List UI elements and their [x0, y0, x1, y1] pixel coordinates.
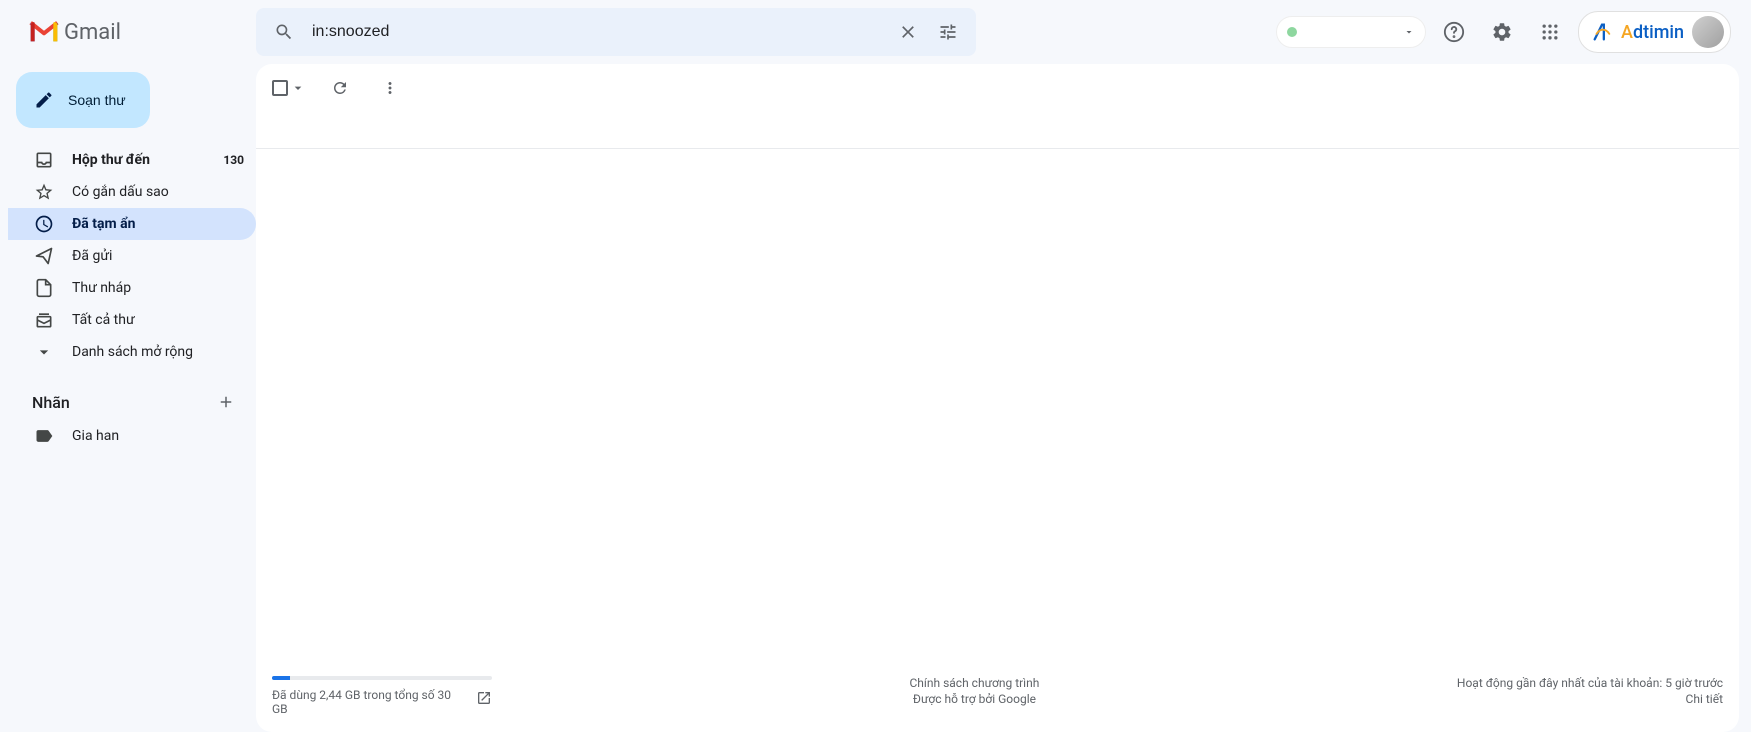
nav-label: Đã tạm ẩn: [72, 216, 244, 232]
account-switcher[interactable]: Adtimin: [1578, 11, 1731, 53]
chevron-down-icon: [34, 342, 54, 362]
checkbox-icon: [272, 80, 288, 96]
chevron-down-icon: [290, 80, 306, 96]
support-button[interactable]: [1434, 12, 1474, 52]
nav-count: 130: [223, 153, 244, 167]
search-input[interactable]: [304, 23, 888, 41]
more-vert-icon: [381, 79, 399, 97]
gmail-m-icon: [28, 20, 60, 44]
brand-logo-icon: [1591, 21, 1613, 43]
pencil-icon: [34, 90, 54, 110]
gmail-logo[interactable]: Gmail: [28, 20, 121, 45]
status-dot-icon: [1287, 27, 1297, 37]
chevron-down-icon: [1403, 26, 1415, 38]
nav-label: Hộp thư đến: [72, 152, 205, 168]
sidebar-item-drafts[interactable]: Thư nháp: [8, 272, 256, 304]
toolbar: [256, 64, 1739, 112]
refresh-button[interactable]: [324, 72, 356, 104]
details-link[interactable]: Chi tiết: [1457, 692, 1723, 706]
select-all[interactable]: [272, 80, 306, 96]
brand-name: Adtimin: [1621, 22, 1684, 43]
nav-label: Danh sách mở rộng: [72, 344, 244, 360]
settings-button[interactable]: [1482, 12, 1522, 52]
label-name: Gia han: [72, 428, 244, 444]
compose-button[interactable]: Soạn thư: [16, 72, 150, 128]
footer: Đã dùng 2,44 GB trong tổng số 30 GB Chín…: [256, 666, 1739, 732]
help-icon: [1443, 21, 1465, 43]
labels-list: Gia han: [8, 420, 256, 452]
storage-bar: [272, 676, 492, 680]
apps-icon: [1540, 22, 1560, 42]
star-icon: [34, 182, 54, 202]
sidebar-item-allmail[interactable]: Tất cả thư: [8, 304, 256, 336]
apps-button[interactable]: [1530, 12, 1570, 52]
powered-by: Được hỗ trợ bởi Google: [492, 692, 1457, 706]
inbox-icon: [34, 150, 54, 170]
main: Soạn thư Hộp thư đến 130 Có gắn dấu sao …: [0, 64, 1751, 732]
content-area: Đã dùng 2,44 GB trong tổng số 30 GB Chín…: [256, 64, 1739, 732]
close-icon: [898, 22, 918, 42]
file-icon: [34, 278, 54, 298]
refresh-icon: [331, 79, 349, 97]
sidebar-item-more[interactable]: Danh sách mở rộng: [8, 336, 256, 368]
sidebar-item-snoozed[interactable]: Đã tạm ẩn: [8, 208, 256, 240]
add-label-button[interactable]: [212, 388, 240, 416]
labels-header: Nhãn: [8, 384, 256, 420]
logo-section: Gmail: [8, 20, 256, 45]
more-button[interactable]: [374, 72, 406, 104]
storage-section: Đã dùng 2,44 GB trong tổng số 30 GB: [272, 676, 492, 716]
search-button[interactable]: [264, 12, 304, 52]
clear-search-button[interactable]: [888, 12, 928, 52]
search-bar: [256, 8, 976, 56]
plus-icon: [217, 393, 235, 411]
open-in-new-icon[interactable]: [476, 690, 492, 706]
footer-right: Hoạt động gần đây nhất của tài khoản: 5 …: [1457, 676, 1723, 716]
sidebar-item-inbox[interactable]: Hộp thư đến 130: [8, 144, 256, 176]
footer-center: Chính sách chương trình Được hỗ trợ bởi …: [492, 676, 1457, 716]
clock-icon: [34, 214, 54, 234]
activity-text: Hoạt động gần đây nhất của tài khoản: 5 …: [1457, 676, 1723, 690]
label-item[interactable]: Gia han: [8, 420, 256, 452]
nav-label: Thư nháp: [72, 280, 244, 296]
nav-label: Đã gửi: [72, 248, 244, 264]
stack-icon: [34, 310, 54, 330]
search-options-button[interactable]: [928, 12, 968, 52]
labels-title: Nhãn: [32, 393, 70, 412]
storage-text: Đã dùng 2,44 GB trong tổng số 30 GB: [272, 688, 466, 716]
compose-label: Soạn thư: [68, 92, 126, 108]
header: Gmail: [0, 0, 1751, 64]
send-icon: [34, 246, 54, 266]
status-pill[interactable]: [1276, 16, 1426, 48]
search-icon: [274, 22, 294, 42]
sidebar: Soạn thư Hộp thư đến 130 Có gắn dấu sao …: [0, 64, 256, 732]
policy-link[interactable]: Chính sách chương trình: [492, 676, 1457, 690]
label-icon: [34, 426, 54, 446]
search-section: [256, 8, 976, 56]
gear-icon: [1491, 21, 1513, 43]
app-name: Gmail: [64, 20, 121, 45]
sidebar-item-sent[interactable]: Đã gửi: [8, 240, 256, 272]
header-right: Adtimin: [1276, 11, 1743, 53]
nav-list: Hộp thư đến 130 Có gắn dấu sao Đã tạm ẩn…: [8, 144, 256, 368]
nav-label: Tất cả thư: [72, 312, 244, 328]
sidebar-item-starred[interactable]: Có gắn dấu sao: [8, 176, 256, 208]
nav-label: Có gắn dấu sao: [72, 184, 244, 200]
avatar: [1692, 16, 1724, 48]
tune-icon: [938, 22, 958, 42]
message-list-empty: [256, 149, 1739, 666]
